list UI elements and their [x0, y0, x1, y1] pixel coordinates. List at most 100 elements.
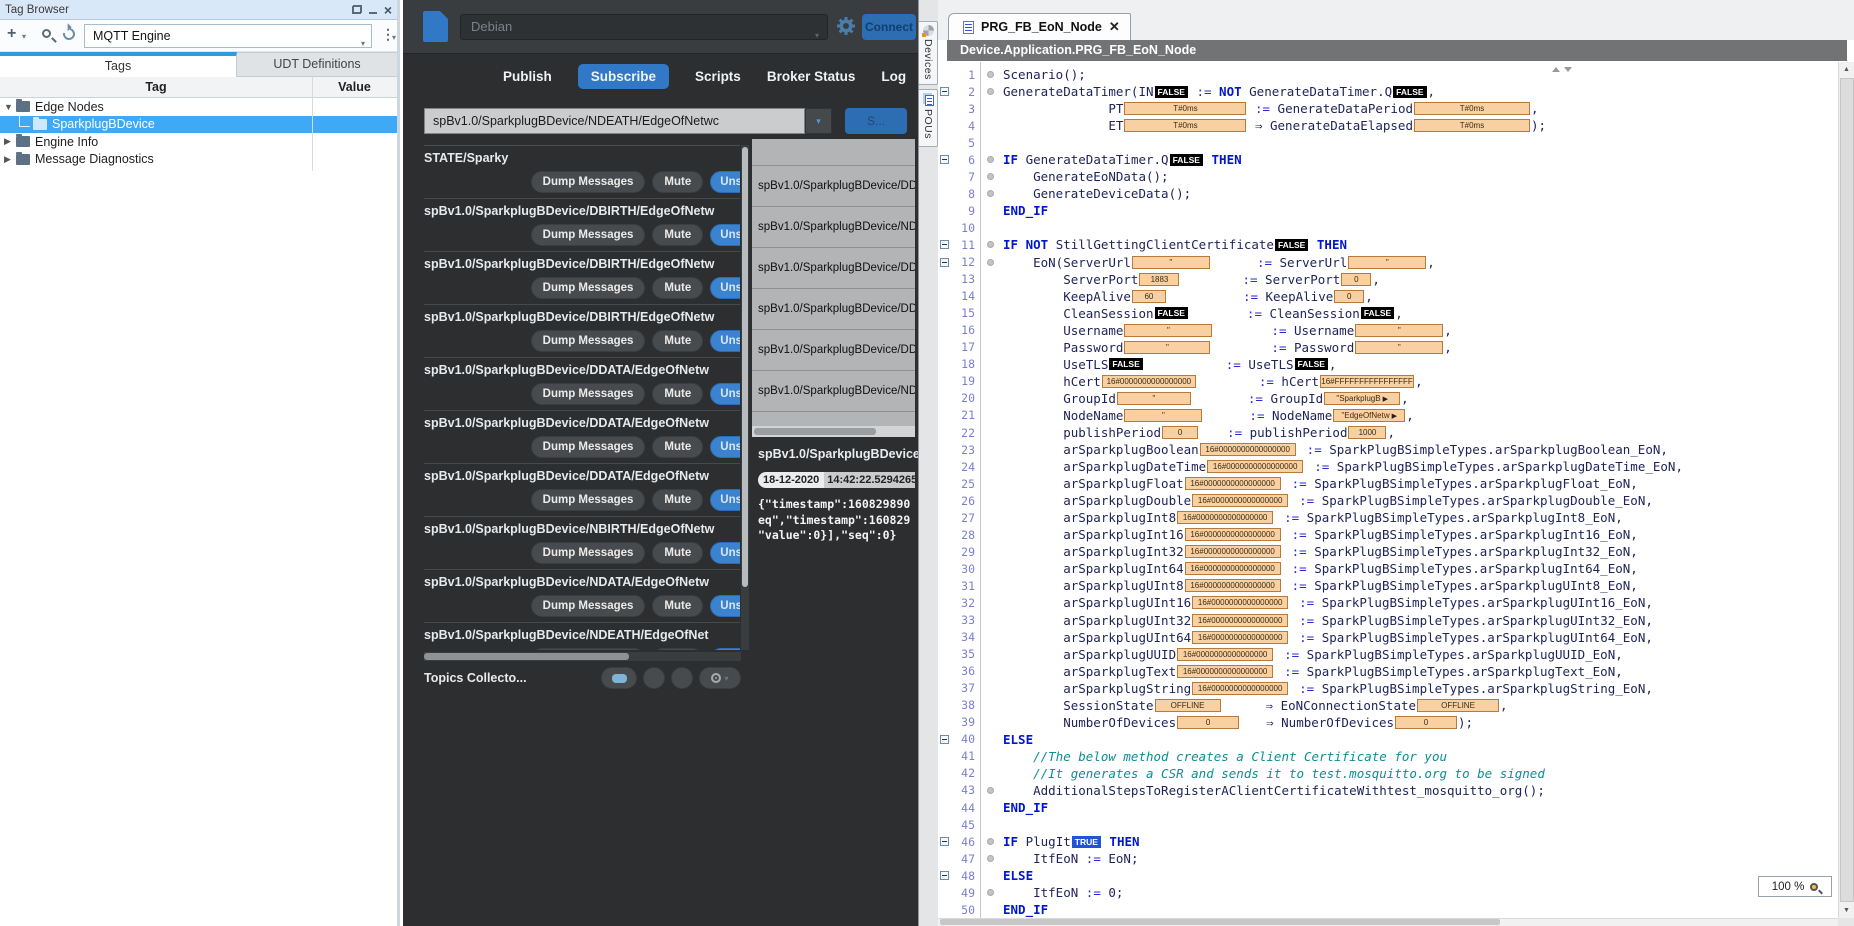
close-icon[interactable]: × — [384, 5, 392, 15]
subscription-item[interactable]: spBv1.0/SparkplugBDevice/DDATA/EdgeOfNet… — [424, 411, 740, 464]
close-tab-icon[interactable]: ✕ — [1109, 19, 1120, 35]
subscription-item[interactable]: spBv1.0/SparkplugBDevice/DBIRTH/EdgeOfNe… — [424, 252, 740, 305]
tag-provider-select[interactable]: MQTT Engine ▾ — [84, 24, 372, 48]
monitor-value-box[interactable]: 16#0000000000000000 — [1177, 511, 1273, 524]
fold-toggle-icon[interactable] — [940, 837, 949, 846]
dump-messages-button[interactable]: Dump Messages — [531, 489, 646, 511]
monitor-value-box[interactable]: 0 — [1334, 290, 1364, 303]
monitor-value-box[interactable]: '' — [1355, 341, 1443, 354]
dump-messages-button[interactable]: Dump Messages — [531, 383, 646, 405]
dock-tab-pous[interactable]: POUs — [919, 89, 938, 147]
unsubscribe-button[interactable]: Uns — [710, 595, 740, 617]
fold-toggle-icon[interactable] — [940, 87, 949, 96]
code-line[interactable]: 12 EoN(ServerUrl'':= ServerUrl'', — [938, 254, 1838, 271]
code-line[interactable]: 11IF NOT StillGettingClientCertificateFA… — [938, 236, 1838, 253]
breakpoint-column[interactable] — [980, 88, 1000, 95]
monitor-value-box[interactable]: 0 — [1395, 716, 1457, 729]
subscription-list-vscrollbar[interactable] — [741, 145, 749, 650]
code-line[interactable]: 39 NumberOfDevices0⇒ NumberOfDevices0); — [938, 714, 1838, 731]
fold-toggle-icon[interactable] — [940, 155, 949, 164]
code-line[interactable]: 31 arSparkplugUInt816#0000000000000000:=… — [938, 577, 1838, 594]
code-line[interactable]: 9END_IF — [938, 202, 1838, 219]
mute-button[interactable]: Mute — [652, 224, 703, 246]
code-line[interactable]: 21 NodeName'':= NodeName"EdgeOfNetw▶, — [938, 407, 1838, 424]
message-row[interactable]: spBv1.0/SparkplugBDevice/DDAT — [752, 289, 915, 330]
monitor-value-box[interactable]: 16#0000000000000000 — [1192, 614, 1288, 627]
monitor-value-box[interactable]: 16#0000000000000000 — [1185, 545, 1281, 558]
monitor-value-box[interactable]: 16#FFFFFFFFFFFFFFFF — [1320, 375, 1414, 388]
code-line[interactable]: 17 Password'':= Password'', — [938, 339, 1838, 356]
mute-button[interactable]: Mute — [652, 489, 703, 511]
collapse-arrow-icon[interactable]: ▶ — [4, 136, 16, 147]
monitor-value-box[interactable]: T#0ms — [1124, 119, 1246, 132]
unsubscribe-button[interactable]: Uns — [710, 171, 740, 193]
breakpoint-column[interactable] — [980, 173, 1000, 180]
code-line[interactable]: 18 UseTLSFALSE:= UseTLSFALSE, — [938, 356, 1838, 373]
message-row[interactable]: spBv1.0/SparkplugBDevice/DDAT — [752, 330, 915, 371]
breakpoint-column[interactable] — [980, 190, 1000, 197]
code-line[interactable]: 50END_IF — [938, 901, 1838, 918]
code-line[interactable]: 44END_IF — [938, 799, 1838, 816]
code-line[interactable]: 7 GenerateEoNData(); — [938, 168, 1838, 185]
scrollbar-thumb[interactable] — [742, 147, 748, 587]
fold-toggle-icon[interactable] — [940, 240, 949, 249]
dump-messages-button[interactable]: Dump Messages — [531, 595, 646, 617]
unsubscribe-button[interactable]: Uns — [710, 277, 740, 299]
code-line[interactable]: 14 KeepAlive60:= KeepAlive0, — [938, 288, 1838, 305]
tab-udt-definitions[interactable]: UDT Definitions — [237, 52, 397, 77]
monitor-value-box[interactable]: "SparkplugB▶ — [1324, 392, 1400, 405]
tab-tags[interactable]: Tags — [0, 52, 237, 77]
messages-scrollbar[interactable] — [752, 426, 915, 437]
monitor-value-box[interactable]: '' — [1124, 409, 1202, 422]
monitor-value-box[interactable]: 16#0000000000000000 — [1102, 375, 1196, 388]
mqtt-tab-broker-status[interactable]: Broker Status — [767, 69, 856, 84]
code-line[interactable]: 30 arSparkplugInt6416#0000000000000000:=… — [938, 560, 1838, 577]
editor-tab[interactable]: PRG_FB_EoN_Node ✕ — [948, 13, 1131, 40]
connect-button[interactable]: Connect — [862, 14, 916, 40]
tree-item-sparkplugbdevice[interactable]: SparkplugBDevice — [0, 116, 397, 134]
code-line[interactable]: 3 PTT#0ms := GenerateDataPeriodT#0ms, — [938, 100, 1838, 117]
scrollbar-thumb[interactable] — [1840, 78, 1854, 902]
subscribe-button[interactable]: S... — [845, 108, 907, 134]
breakpoint-column[interactable] — [980, 855, 1000, 862]
breakpoint-column[interactable] — [980, 787, 1000, 794]
code-line[interactable]: 16 Username'':= Username'', — [938, 322, 1838, 339]
mute-button[interactable]: Mute — [652, 595, 703, 617]
message-row[interactable]: spBv1.0/SparkplugBDevice/DDAT — [752, 248, 915, 289]
monitor-value-box[interactable]: 16#0000000000000000 — [1177, 648, 1273, 661]
monitor-value-box[interactable]: OFFLINE — [1155, 699, 1221, 712]
scrollbar-thumb[interactable] — [754, 428, 876, 435]
tree-item-message-diagnostics[interactable]: ▶Message Diagnostics — [0, 151, 397, 169]
code-line[interactable]: 40ELSE — [938, 731, 1838, 748]
monitor-value-box[interactable]: 16#0000000000000000 — [1192, 631, 1288, 644]
zoom-control[interactable]: 100 % — [1758, 876, 1832, 897]
unsubscribe-button[interactable]: Uns — [710, 330, 740, 352]
scrollbar-thumb[interactable] — [424, 653, 629, 660]
code-line[interactable]: 45 — [938, 816, 1838, 833]
code-line[interactable]: 22 publishPeriod0:= publishPeriod1000, — [938, 424, 1838, 441]
code-line[interactable]: 2GenerateDataTimer(INFALSE := NOT Genera… — [938, 83, 1838, 100]
code-line[interactable]: 1Scenario(); — [938, 66, 1838, 83]
monitor-value-box[interactable]: "EdgeOfNetw▶ — [1333, 409, 1405, 422]
code-line[interactable]: 27 arSparkplugInt816#0000000000000000:= … — [938, 509, 1838, 526]
message-row[interactable]: spBv1.0/SparkplugBDevice/NDEA — [752, 371, 915, 412]
code-line[interactable]: 34 arSparkplugUInt6416#0000000000000000:… — [938, 629, 1838, 646]
monitor-value-box[interactable]: 16#0000000000000000 — [1177, 665, 1273, 678]
message-row[interactable]: spBv1.0/SparkplugBDevice/DDAT — [752, 166, 915, 207]
unsubscribe-button[interactable]: Uns — [710, 489, 740, 511]
unsubscribe-button[interactable]: Uns — [710, 648, 740, 650]
code-line[interactable]: 4 ETT#0ms ⇒ GenerateDataElapsedT#0ms); — [938, 117, 1838, 134]
menu-caret-icon[interactable]: ▾ — [392, 33, 396, 42]
mqtt-tab-publish[interactable]: Publish — [503, 69, 552, 84]
breakpoint-column[interactable] — [980, 838, 1000, 845]
unsubscribe-button[interactable]: Uns — [710, 224, 740, 246]
fold-toggle-icon[interactable] — [940, 258, 949, 267]
code-line[interactable]: 33 arSparkplugUInt3216#0000000000000000:… — [938, 612, 1838, 629]
code-line[interactable]: 5 — [938, 134, 1838, 151]
code-line[interactable]: 41 //The below method creates a Client C… — [938, 748, 1838, 765]
breakpoint-column[interactable] — [980, 889, 1000, 896]
unsubscribe-button[interactable]: Uns — [710, 383, 740, 405]
dump-messages-button[interactable]: Dump Messages — [531, 330, 646, 352]
tree-item-edge-nodes[interactable]: ▼Edge Nodes — [0, 98, 397, 116]
expand-arrow-icon[interactable]: ▼ — [4, 102, 16, 112]
